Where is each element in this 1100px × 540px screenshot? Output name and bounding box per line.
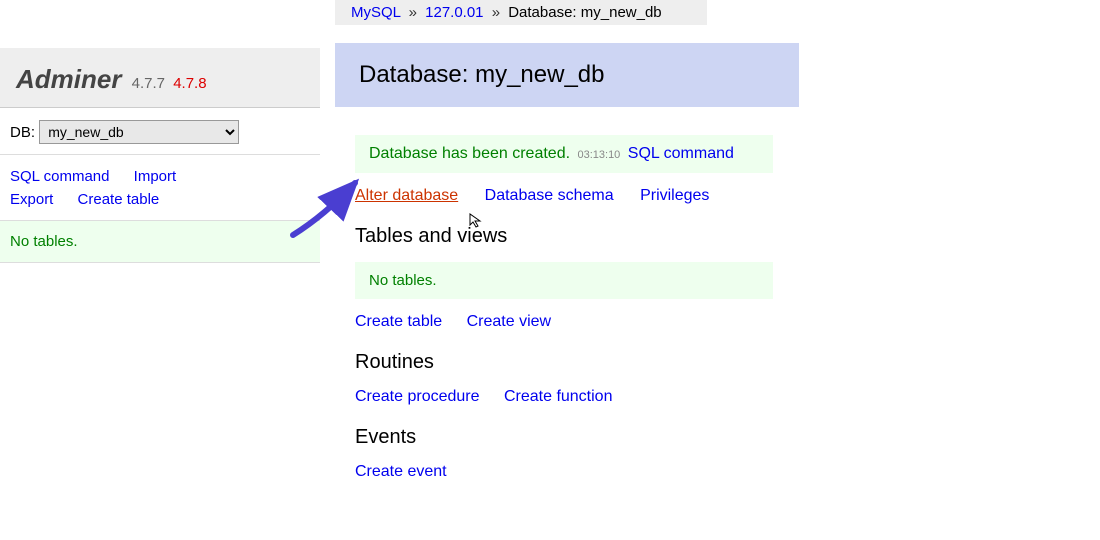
brand-version: 4.7.7 — [132, 75, 165, 92]
link-create-table-main[interactable]: Create table — [355, 313, 442, 330]
success-message: Database has been created. 03:13:10 SQL … — [355, 135, 773, 173]
message-time: 03:13:10 — [577, 149, 620, 161]
events-links: Create event — [355, 463, 1075, 481]
breadcrumb-host[interactable]: 127.0.01 — [425, 4, 483, 21]
tables-empty: No tables. — [355, 262, 773, 299]
link-create-view[interactable]: Create view — [467, 313, 551, 330]
brand-new-version[interactable]: 4.7.8 — [173, 75, 206, 92]
tables-heading: Tables and views — [355, 225, 1075, 248]
breadcrumb-db: Database: my_new_db — [508, 4, 661, 21]
link-database-schema[interactable]: Database schema — [485, 187, 614, 204]
message-sql-link[interactable]: SQL command — [628, 145, 734, 162]
link-create-function[interactable]: Create function — [504, 388, 613, 405]
link-privileges[interactable]: Privileges — [640, 187, 709, 204]
sidebar-no-tables: No tables. — [0, 221, 320, 263]
routines-heading: Routines — [355, 351, 1075, 374]
breadcrumb-sep: » — [409, 4, 417, 21]
db-selector-row: DB: my_new_db — [0, 108, 320, 155]
link-import[interactable]: Import — [134, 165, 177, 188]
breadcrumb-engine[interactable]: MySQL — [351, 4, 400, 21]
link-create-table[interactable]: Create table — [78, 188, 160, 211]
link-create-procedure[interactable]: Create procedure — [355, 388, 480, 405]
link-create-event[interactable]: Create event — [355, 463, 447, 480]
main-content: MySQL » 127.0.01 » Database: my_new_db D… — [335, 0, 1075, 481]
link-sql-command[interactable]: SQL command — [10, 165, 110, 188]
breadcrumb-sep: » — [492, 4, 500, 21]
events-heading: Events — [355, 426, 1075, 449]
message-text: Database has been created. — [369, 145, 570, 162]
sidebar: Adminer 4.7.7 4.7.8 DB: my_new_db SQL co… — [0, 0, 320, 263]
db-actions: Alter database Database schema Privilege… — [355, 187, 1075, 205]
tables-links: Create table Create view — [355, 313, 1075, 331]
routines-links: Create procedure Create function — [355, 388, 1075, 406]
brand-header: Adminer 4.7.7 4.7.8 — [0, 48, 320, 108]
breadcrumb: MySQL » 127.0.01 » Database: my_new_db — [335, 0, 707, 25]
sidebar-links: SQL command Import Export Create table — [0, 155, 320, 221]
db-select[interactable]: my_new_db — [39, 120, 239, 144]
db-label: DB: — [10, 124, 35, 141]
link-export[interactable]: Export — [10, 188, 53, 211]
brand-name: Adminer — [16, 64, 121, 94]
page-title: Database: my_new_db — [335, 43, 799, 107]
link-alter-database[interactable]: Alter database — [355, 187, 458, 204]
